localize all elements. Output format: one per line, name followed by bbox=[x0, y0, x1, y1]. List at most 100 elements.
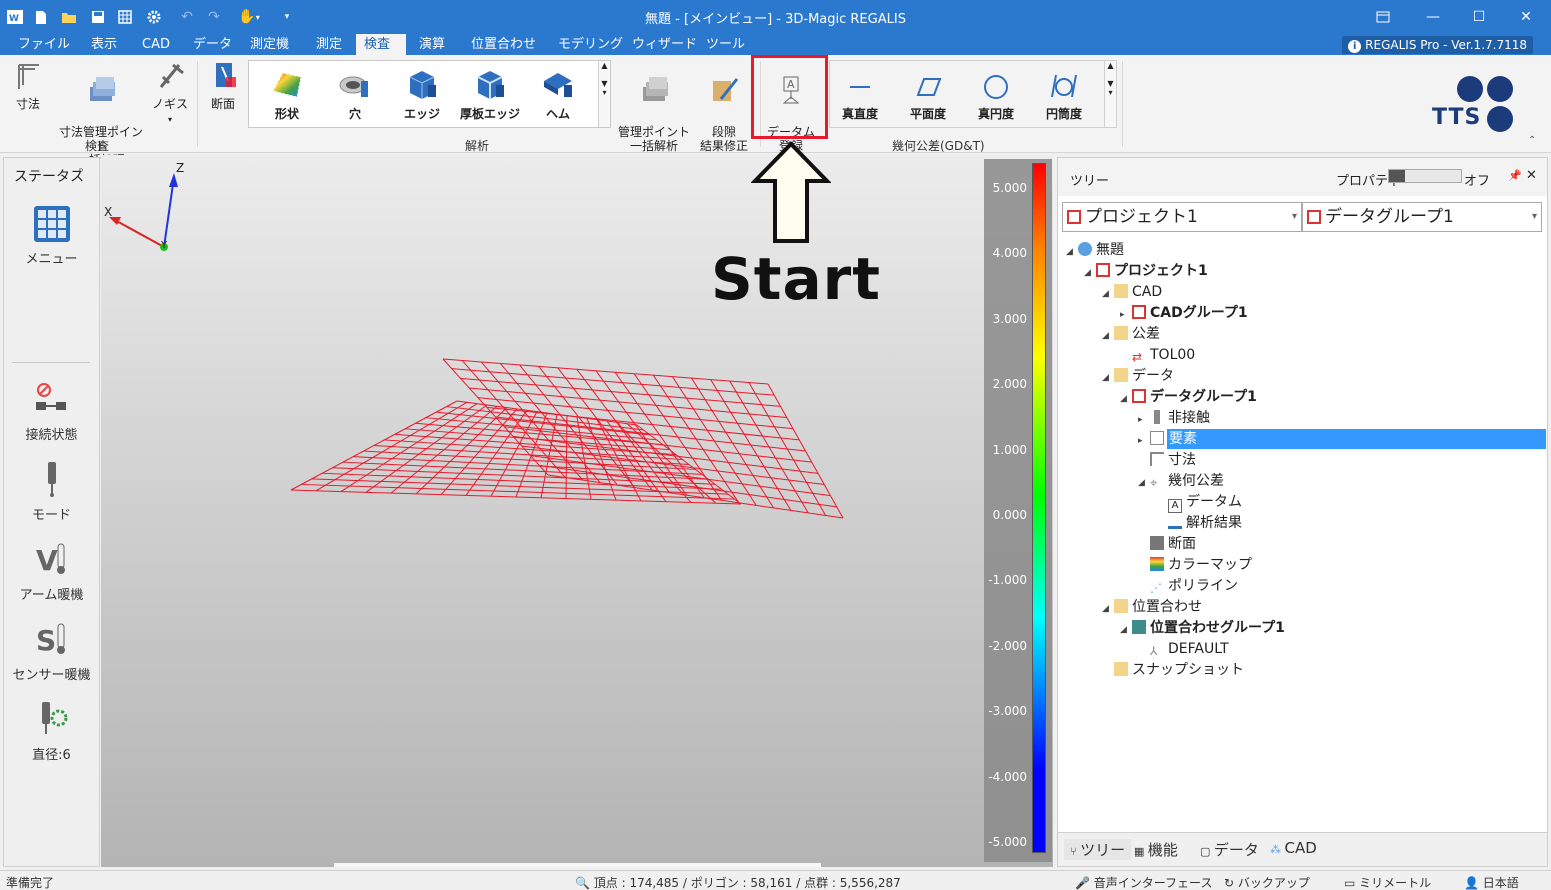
restore-layout-icon[interactable] bbox=[1360, 4, 1406, 30]
tree-node-data[interactable]: ◢ データ bbox=[1102, 366, 1174, 386]
shape-colormap-icon bbox=[272, 72, 302, 98]
maximize-button[interactable]: ☐ bbox=[1456, 4, 1502, 30]
colorbar-label: -5.000 bbox=[988, 835, 1027, 849]
tree-node-alignment[interactable]: ◢ 位置合わせ bbox=[1102, 597, 1202, 617]
close-panel-icon[interactable]: ✕ bbox=[1526, 168, 1537, 183]
property-toggle[interactable] bbox=[1388, 169, 1462, 183]
tab-data-panel[interactable]: ▢ データ bbox=[1200, 839, 1259, 860]
tab-machine[interactable]: 測定機 bbox=[242, 34, 297, 55]
tree-node-root[interactable]: ◢ 無題 bbox=[1066, 240, 1124, 260]
connection-status-button[interactable]: 接続状態 bbox=[4, 380, 99, 443]
tab-tree[interactable]: ⑂ ツリー bbox=[1064, 839, 1132, 860]
collapse-ribbon-icon[interactable]: ⌃ bbox=[1528, 135, 1536, 146]
dimension-icon bbox=[1150, 452, 1164, 466]
toggle-thumb bbox=[1389, 170, 1405, 182]
horizontal-scrollbar[interactable] bbox=[334, 863, 821, 867]
close-button[interactable]: ✕ bbox=[1503, 4, 1549, 30]
minimize-button[interactable]: — bbox=[1410, 4, 1456, 30]
roundness-button[interactable]: 真円度 bbox=[966, 67, 1026, 122]
colorbar-label: 3.000 bbox=[992, 311, 1027, 326]
tree-node-tol00[interactable]: ⇄ TOL00 bbox=[1120, 345, 1195, 365]
unit-status[interactable]: ▭ ミリメートル bbox=[1344, 874, 1431, 890]
tree-node-default[interactable]: ⅄ DEFAULT bbox=[1138, 639, 1229, 659]
tab-calculate[interactable]: 演算 bbox=[411, 34, 453, 55]
edge-button[interactable]: エッジ bbox=[392, 67, 452, 122]
snapshot-folder-icon bbox=[1114, 662, 1128, 676]
tree-node-dimension[interactable]: 寸法 bbox=[1138, 450, 1196, 470]
project-combo[interactable]: プロジェクト1 ▾ bbox=[1062, 202, 1302, 232]
dimension-button[interactable]: 寸法 bbox=[8, 59, 48, 111]
datum-highlight-box bbox=[751, 55, 828, 139]
mode-button[interactable]: モード bbox=[4, 460, 99, 523]
tree-node-cad[interactable]: ◢ CAD bbox=[1102, 282, 1162, 302]
tree-node-analysis-result[interactable]: 解析結果 bbox=[1156, 513, 1242, 533]
tree-node-polyline[interactable]: ⋰ ポリライン bbox=[1138, 576, 1238, 596]
tab-wizard[interactable]: ウィザード bbox=[624, 34, 705, 55]
tab-cad[interactable]: CAD bbox=[134, 34, 178, 55]
step-gap-edit-button[interactable]: 段隙 結果修正 bbox=[695, 59, 753, 153]
group-label-inspect: 検査 bbox=[85, 139, 110, 153]
control-point-batch-button[interactable]: 管理ポイント 一括解析 bbox=[617, 59, 691, 153]
tree-node-gdt[interactable]: ◢ ⌖ 幾何公差 bbox=[1138, 471, 1224, 491]
colormap-icon bbox=[1150, 557, 1164, 571]
cad-icon: ⁂ bbox=[1270, 843, 1285, 856]
tree-node-tolerance[interactable]: ◢ 公差 bbox=[1102, 324, 1160, 344]
menu-button[interactable]: メニュー bbox=[4, 204, 99, 267]
tab-alignment[interactable]: 位置合わせ bbox=[463, 34, 544, 55]
shape-button[interactable]: 形状 bbox=[257, 67, 317, 122]
tab-measure[interactable]: 測定 bbox=[308, 34, 350, 55]
pin-icon[interactable]: 📌 bbox=[1508, 169, 1522, 182]
main-3d-viewport[interactable]: Z X Y Start 5.000 4.000 3.000 2.000 1.000 0.0… bbox=[101, 141, 1053, 867]
group-label-analysis: 解析 bbox=[465, 139, 490, 153]
sensor-warmup-button[interactable]: S センサー暖機 bbox=[4, 620, 99, 683]
data-group-combo[interactable]: データグループ1 ▾ bbox=[1302, 202, 1542, 232]
gdt-icon: ⌖ bbox=[1150, 476, 1158, 491]
arm-warmup-button[interactable]: V アーム暖機 bbox=[4, 540, 99, 603]
function-icon: ▦ bbox=[1134, 845, 1148, 858]
control-point-icon bbox=[643, 77, 668, 101]
tab-file[interactable]: ファイル bbox=[10, 34, 78, 55]
backup-icon: ↻ bbox=[1224, 876, 1238, 890]
tree-node-data-group[interactable]: ◢ データグループ1 bbox=[1120, 387, 1257, 407]
tab-inspect[interactable]: 検査 bbox=[356, 34, 406, 55]
colorbar-label: -3.000 bbox=[988, 704, 1027, 719]
voice-interface[interactable]: 🎤 音声インターフェース bbox=[1075, 874, 1212, 890]
tree-node-cad-group[interactable]: ▸ CADグループ1 bbox=[1120, 303, 1248, 323]
tab-cad-panel[interactable]: ⁂ CAD bbox=[1270, 839, 1317, 857]
tree-expander-element[interactable]: ▸ bbox=[1138, 429, 1164, 449]
tab-tools[interactable]: ツール bbox=[698, 34, 753, 55]
tree-node-noncontact[interactable]: ▸ 非接触 bbox=[1138, 408, 1210, 428]
straightness-button[interactable]: 真直度 bbox=[830, 67, 890, 122]
pin-icon[interactable]: ᵖ bbox=[79, 167, 83, 178]
mesh-wireframe[interactable] bbox=[101, 155, 981, 867]
gallery-scroll[interactable]: ▲ ▼ ▾ bbox=[598, 61, 610, 127]
flatness-button[interactable]: 平面度 bbox=[898, 67, 958, 122]
tab-function[interactable]: ▦ 機能 bbox=[1134, 839, 1178, 860]
tree-node-datum[interactable]: A データム bbox=[1156, 492, 1242, 513]
gdt-gallery-scroll[interactable]: ▲ ▼ ▾ bbox=[1104, 61, 1116, 127]
caliper-button[interactable]: ノギス ▾ bbox=[150, 59, 190, 127]
tree-node-element[interactable]: 要素 bbox=[1167, 429, 1546, 449]
tree-node-project[interactable]: ◢ プロジェクト1 bbox=[1084, 261, 1208, 281]
ribbon-separator bbox=[197, 61, 198, 147]
tree-node-alignment-group[interactable]: ◢ 位置合わせグループ1 bbox=[1120, 618, 1285, 638]
tab-modeling[interactable]: モデリング bbox=[550, 34, 631, 55]
thick-edge-button[interactable]: 厚板エッジ bbox=[460, 67, 520, 122]
data-icon: ▢ bbox=[1200, 845, 1214, 858]
tree-node-colormap[interactable]: カラーマップ bbox=[1138, 555, 1252, 575]
section-button[interactable]: 断面 bbox=[203, 59, 243, 111]
ready-status: 準備完了 bbox=[6, 876, 55, 890]
hem-button[interactable]: ヘム bbox=[528, 67, 588, 122]
tab-view[interactable]: 表示 bbox=[83, 34, 125, 55]
version-badge[interactable]: i REGALIS Pro - Ver.1.7.7118 bbox=[1342, 36, 1533, 54]
colorbar-label: 5.000 bbox=[992, 181, 1027, 195]
diameter-button[interactable]: 直径:6 bbox=[4, 700, 99, 763]
tab-data[interactable]: データ bbox=[185, 34, 240, 55]
backup-status[interactable]: ↻ バックアップ bbox=[1224, 874, 1310, 890]
tree-node-snapshot[interactable]: スナップショット bbox=[1102, 660, 1244, 680]
cylindricity-button[interactable]: 円筒度 bbox=[1034, 67, 1094, 122]
tree-node-section[interactable]: 断面 bbox=[1138, 534, 1196, 554]
probe-icon bbox=[47, 462, 56, 497]
hole-button[interactable]: 穴 bbox=[325, 67, 385, 122]
language-status[interactable]: 👤 日本語 bbox=[1464, 874, 1519, 890]
